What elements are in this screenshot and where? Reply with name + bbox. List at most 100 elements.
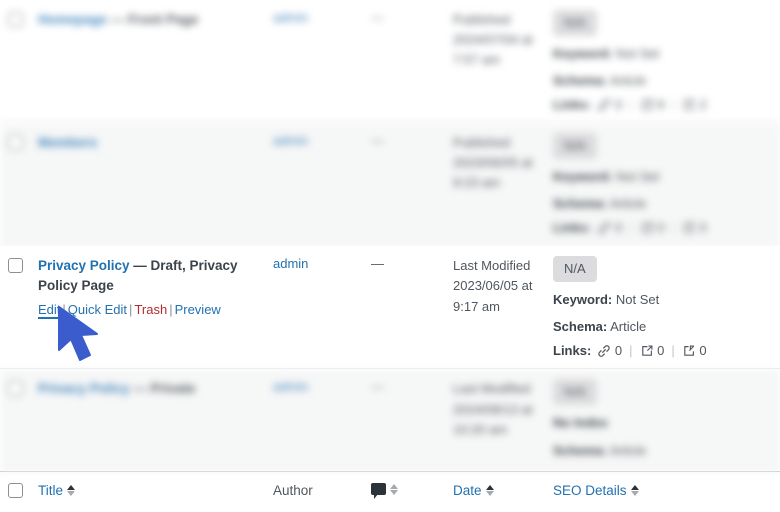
seo-score-badge[interactable]: N/A — [553, 379, 597, 406]
date-cell: Last Modified 2024/08/13 at 10:20 am — [453, 369, 553, 449]
row-select-cell — [0, 369, 38, 406]
row-action-trash[interactable]: Trash — [134, 302, 167, 317]
author-link[interactable]: admin — [273, 256, 308, 271]
title-cell: Homepage — Front Page — [38, 0, 273, 40]
row-action-edit[interactable]: Edit — [38, 302, 60, 317]
external-link-icon-group: 0 — [640, 219, 665, 236]
seo-keyword-label: Keyword: — [553, 45, 613, 61]
author-link[interactable]: admin — [273, 133, 308, 148]
comments-count: — — [371, 256, 384, 272]
seo-noindex-line: No Index — [553, 413, 772, 433]
column-header-comments[interactable] — [371, 483, 398, 500]
external-link-icon-group: 9 — [640, 96, 665, 113]
seo-schema-label: Schema: — [553, 442, 608, 458]
seo-score-badge[interactable]: N/A — [553, 256, 597, 282]
page-title-link[interactable]: Privacy Policy — [38, 258, 130, 273]
table-row: Members admin — Published 2023/06/05 at 9:23 … — [0, 123, 780, 247]
pages-list-table: Homepage — Front Page admin — Published 2024… — [0, 0, 780, 510]
sort-asc-icon[interactable] — [485, 485, 494, 491]
date-value: 2023/06/05 at — [453, 155, 533, 171]
inbound-link-icon-group: 0 — [682, 220, 707, 236]
title-line: Members — [38, 133, 265, 153]
external-link-icon — [640, 221, 654, 235]
seo-score-badge[interactable]: N/A — [553, 10, 597, 36]
date-cell: Published 2024/07/04 at 7:57 am — [453, 0, 553, 80]
sort-desc-icon[interactable] — [630, 491, 639, 497]
inbound-link-icon — [682, 98, 696, 112]
seo-schema-line: Schema: Article — [553, 319, 647, 335]
sort-arrows-icon[interactable] — [390, 483, 398, 495]
sort-asc-icon[interactable] — [630, 485, 639, 491]
column-header-seo-details[interactable]: SEO Details — [553, 483, 639, 498]
page-title-state: — Private — [133, 381, 196, 397]
column-header-date[interactable]: Date — [453, 483, 494, 498]
date-status-label: Published — [453, 12, 511, 27]
row-select-cell — [0, 123, 38, 160]
inbound-link-icon — [682, 221, 696, 235]
page-title-link[interactable]: Privacy Policy — [38, 381, 130, 396]
external-links-count: 0 — [657, 342, 665, 358]
seo-schema-line: Schema: Article — [553, 196, 647, 212]
sort-desc-icon[interactable] — [485, 491, 494, 497]
author-cell: admin — [273, 123, 371, 158]
seo-details-cell: N/A Keyword: Not Set Schema: Article Links:… — [553, 246, 780, 368]
page-title-link[interactable]: Members — [38, 135, 97, 150]
seo-schema-label: Schema: — [553, 319, 608, 335]
link-icon-group: 0 — [597, 220, 622, 236]
date-value: 2023/06/05 at — [453, 278, 533, 294]
external-link-icon — [640, 98, 654, 112]
sort-arrows-icon[interactable] — [485, 485, 494, 497]
column-header-seo-label: SEO Details — [553, 483, 627, 499]
row-action-quick-edit[interactable]: Quick Edit — [68, 302, 127, 317]
title-cell: Privacy Policy — Draft, Privacy Policy P… — [38, 246, 273, 331]
column-header-title-cell: Title — [38, 483, 273, 498]
title-line: Privacy Policy — Draft, Privacy Policy P… — [38, 256, 265, 295]
row-action-separator: | — [169, 302, 173, 318]
date-time: 9:23 am — [453, 175, 500, 191]
external-links-count: 0 — [657, 219, 665, 235]
sort-desc-icon[interactable] — [67, 491, 76, 497]
date-cell: Last Modified 2023/06/05 at 9:17 am — [453, 246, 553, 326]
column-header-author-cell: Author — [273, 483, 371, 498]
row-checkbox[interactable] — [8, 135, 23, 151]
author-cell: admin — [273, 0, 371, 35]
sort-arrows-icon[interactable] — [630, 485, 639, 497]
date-status-label: Published — [453, 135, 511, 151]
page-title-link[interactable]: Homepage — [38, 12, 107, 27]
comment-bubble-icon — [371, 483, 386, 500]
title-cell: Members — [38, 123, 273, 163]
seo-score-badge[interactable]: N/A — [553, 133, 597, 159]
internal-links-count: 0 — [614, 342, 623, 358]
sort-asc-icon[interactable] — [390, 483, 398, 489]
date-time: 10:20 am — [453, 421, 508, 437]
row-checkbox[interactable] — [8, 258, 23, 274]
sort-arrows-icon[interactable] — [67, 485, 76, 497]
select-all-checkbox[interactable] — [8, 483, 23, 499]
internal-links-count: 0 — [614, 96, 623, 112]
links-separator: | — [629, 343, 633, 359]
comments-count: — — [371, 379, 384, 395]
column-header-title[interactable]: Title — [38, 483, 76, 498]
table-row: Privacy Policy — Private admin — Last Modif… — [0, 369, 780, 472]
date-value: 2024/08/13 at — [453, 401, 533, 417]
seo-details-cell: N/A No Index Schema: Article — [553, 369, 780, 470]
links-separator: | — [671, 220, 675, 236]
external-links-count: 9 — [657, 96, 665, 112]
date-status-label: Last Modified — [453, 381, 531, 397]
column-header-comments-cell — [371, 483, 453, 500]
column-header-author: Author — [273, 483, 313, 499]
title-cell: Privacy Policy — Private — [38, 369, 273, 409]
seo-keyword-label: Keyword: — [553, 291, 613, 307]
row-checkbox[interactable] — [8, 12, 23, 27]
date-cell: Published 2023/06/05 at 9:23 am — [453, 123, 553, 203]
row-action-preview[interactable]: Preview — [175, 302, 221, 317]
seo-links-label: Links: — [553, 343, 592, 359]
inbound-link-icon-group: 2 — [682, 97, 707, 113]
author-link[interactable]: admin — [273, 10, 308, 25]
comments-count: — — [371, 10, 384, 25]
row-checkbox[interactable] — [8, 381, 23, 397]
link-icon — [597, 98, 611, 112]
author-link[interactable]: admin — [273, 379, 308, 394]
sort-asc-icon[interactable] — [67, 485, 76, 491]
sort-desc-icon[interactable] — [390, 489, 398, 495]
